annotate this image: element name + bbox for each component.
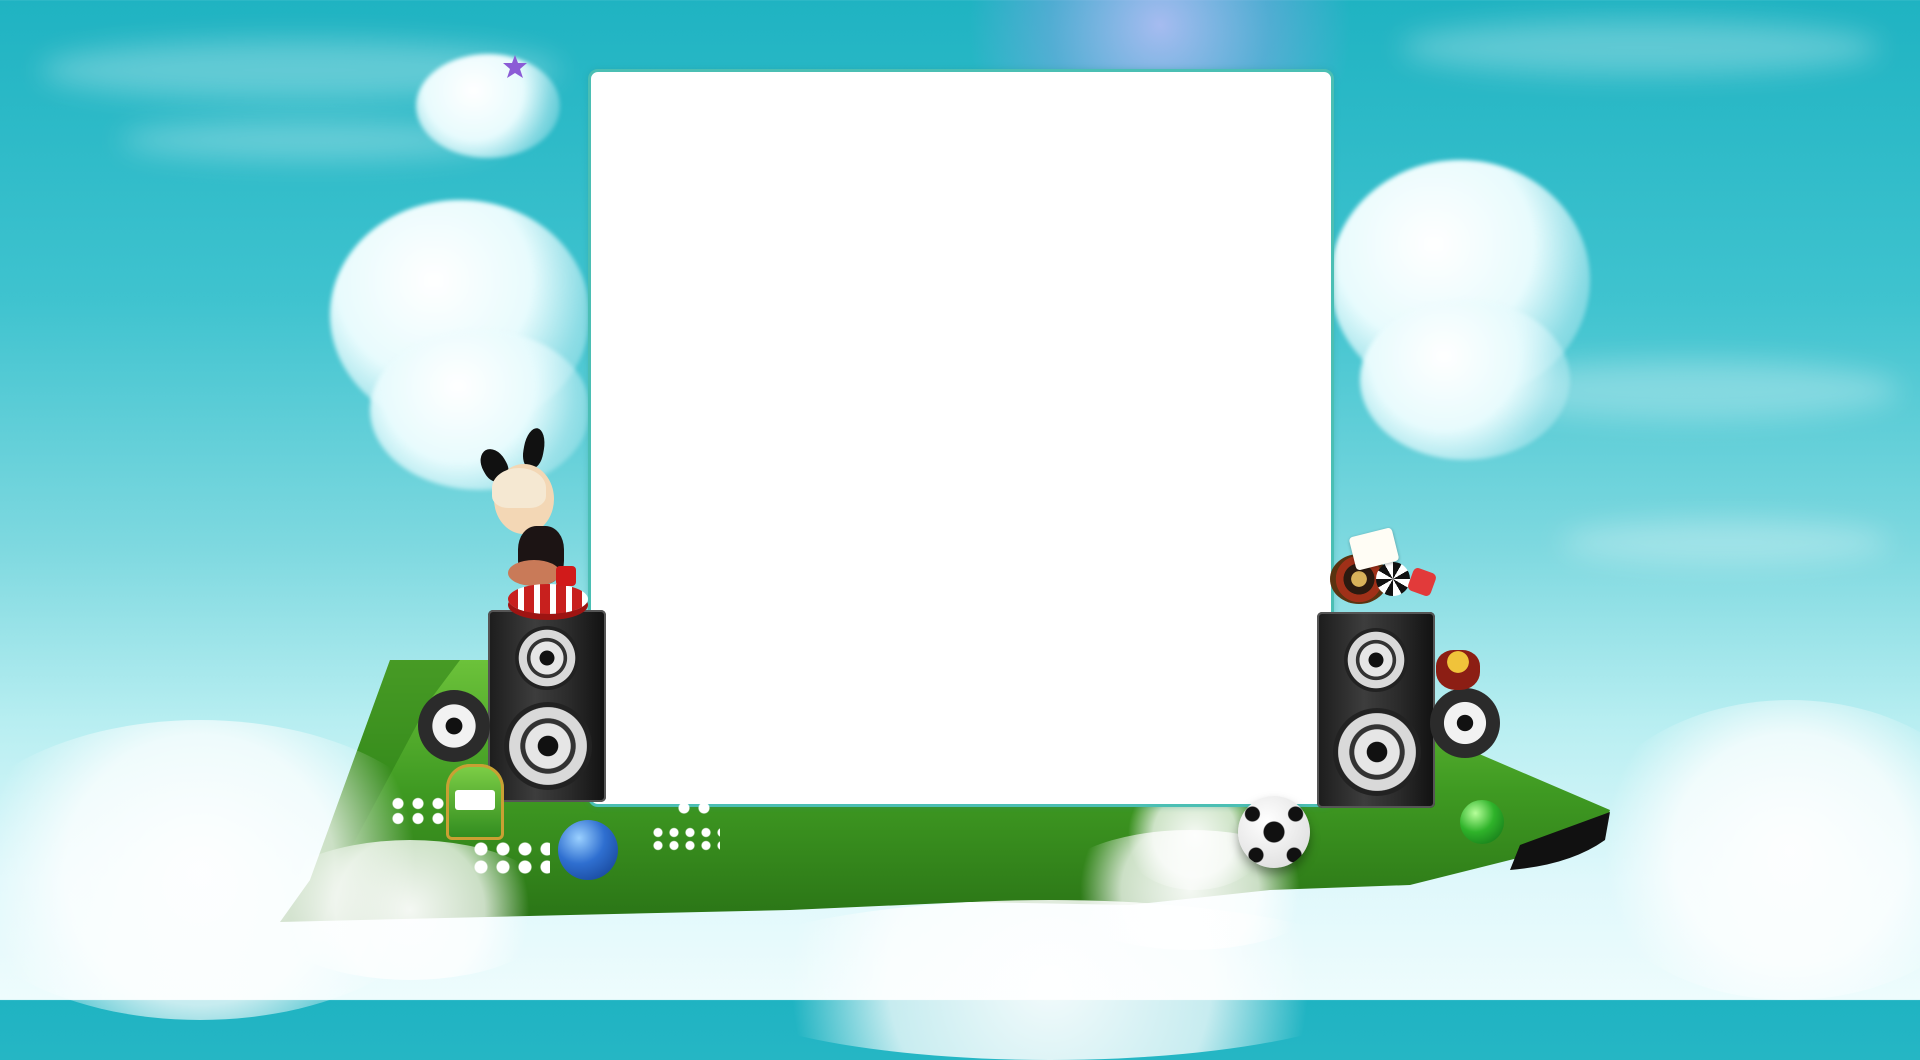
speaker-icon [1430, 688, 1500, 758]
speaker-cone [1333, 708, 1421, 796]
speaker-cone [504, 702, 592, 790]
speaker-cone [1344, 628, 1408, 692]
dice-icon [556, 566, 576, 586]
soccer-ball-icon [1238, 796, 1310, 868]
slot-machine-icon [446, 764, 504, 840]
content-panel [588, 69, 1334, 807]
sky-streak [1560, 520, 1890, 565]
daisy-flowers [674, 798, 714, 818]
lottery-ball-icon [1460, 800, 1504, 844]
small-cloud [416, 54, 560, 158]
daisy-flowers [470, 840, 550, 876]
bottom-cloud-bank [700, 900, 1400, 1060]
sky-streak [1400, 20, 1880, 75]
speaker-icon [1317, 612, 1435, 808]
daisy-flowers [388, 796, 448, 826]
dice-icon [1406, 566, 1438, 598]
speaker-cone [515, 626, 579, 690]
star-icon [502, 54, 528, 80]
speaker-icon [418, 690, 490, 762]
right-cloud-lower [1360, 300, 1570, 460]
daisy-flowers [650, 826, 720, 852]
bottom-cloud-bank [1580, 700, 1920, 1000]
lottery-ball-icon [558, 820, 618, 880]
speaker-icon [488, 610, 606, 802]
poker-chip-icon [1376, 562, 1410, 596]
treasure-pot-icon [1436, 650, 1480, 690]
poker-chip-icon [508, 584, 588, 614]
